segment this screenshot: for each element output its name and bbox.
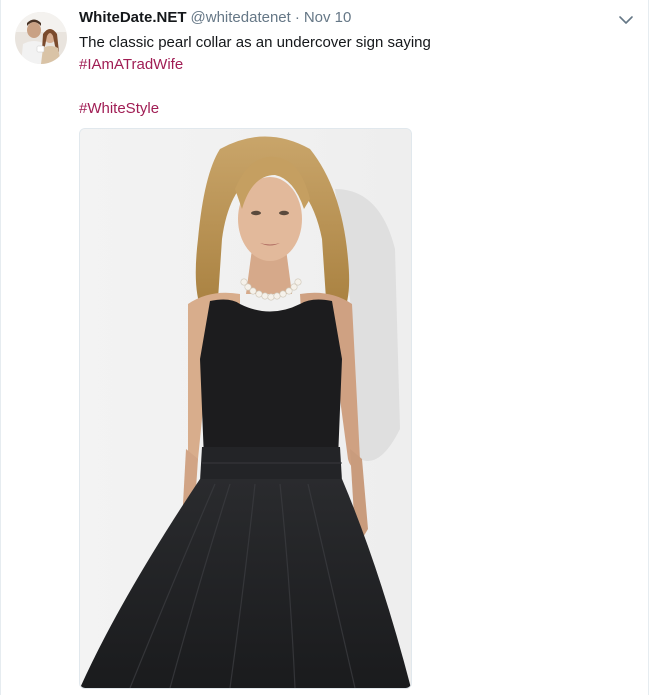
hashtag-link[interactable]: #IAmATradWife [79, 56, 183, 73]
text-spacer [79, 76, 619, 98]
display-name[interactable]: WhiteDate.NET [79, 9, 187, 26]
hashtag-link[interactable]: #WhiteStyle [79, 100, 159, 117]
tweet-text-line: The classic pearl collar as an undercove… [79, 34, 431, 51]
tweet-header: WhiteDate.NET @whitedatenet · Nov 10 [79, 9, 351, 29]
avatar-photo [15, 12, 67, 64]
user-handle[interactable]: @whitedatenet [191, 9, 291, 26]
avatar[interactable] [15, 12, 67, 64]
tweet-card[interactable]: WhiteDate.NET @whitedatenet · Nov 10 The… [0, 0, 649, 695]
separator-dot: · [294, 9, 300, 26]
tweet-date[interactable]: Nov 10 [304, 9, 352, 26]
tweet-text: The classic pearl collar as an undercove… [79, 32, 619, 120]
media-photo [80, 129, 411, 688]
tweet-media[interactable] [79, 128, 412, 689]
chevron-down-icon[interactable] [618, 12, 634, 28]
